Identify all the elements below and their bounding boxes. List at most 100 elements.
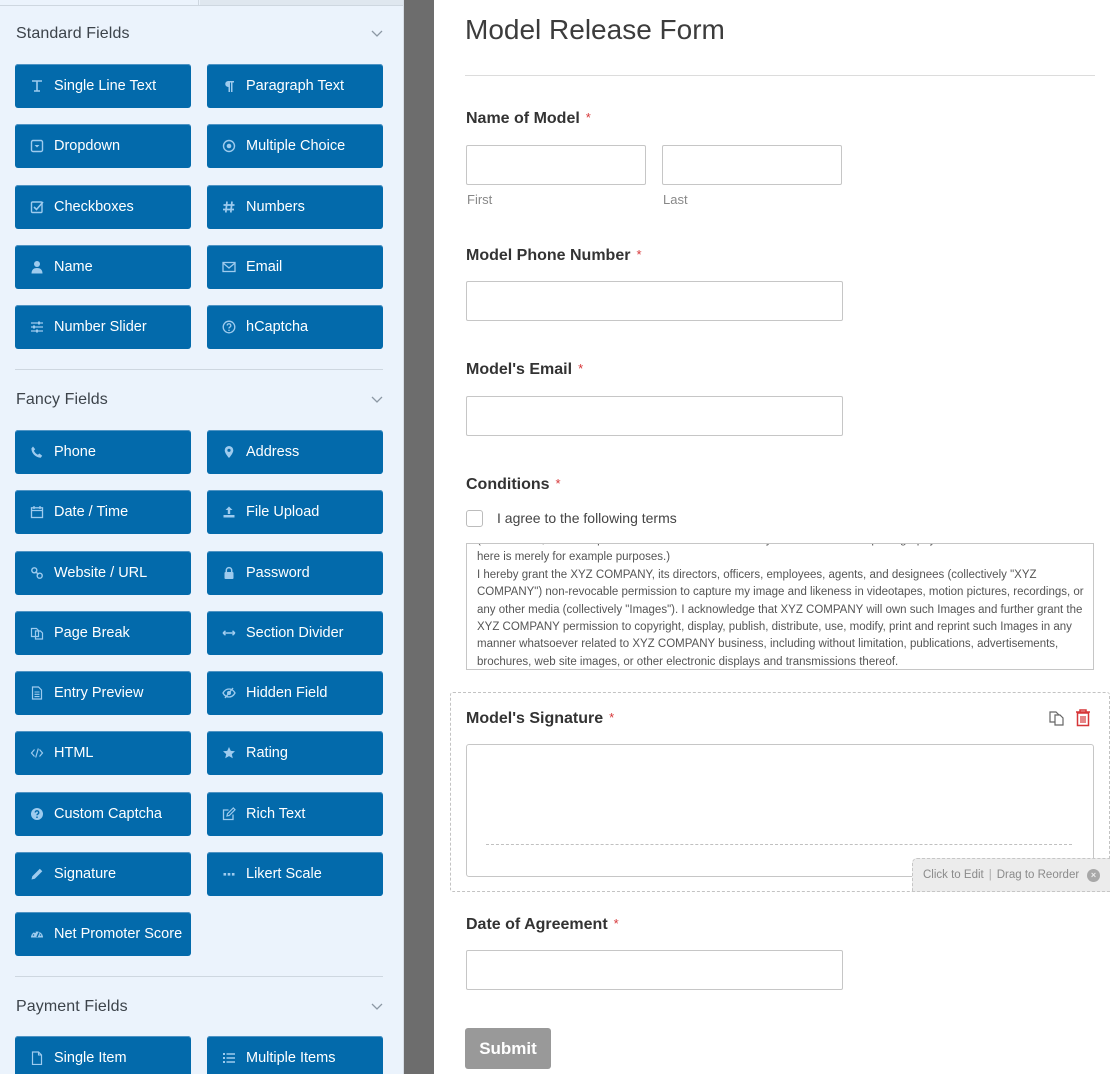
- dropdown-icon: [29, 138, 45, 154]
- add-field-name-button[interactable]: Name: [15, 244, 191, 289]
- chevron-down-icon[interactable]: [370, 1000, 384, 1014]
- add-field-paragraph-text-button[interactable]: Paragraph Text: [207, 64, 383, 108]
- agree-terms-label[interactable]: I agree to the following terms: [497, 510, 677, 526]
- add-field-hidden-field-button[interactable]: Hidden Field: [207, 671, 383, 715]
- phone-input[interactable]: [466, 281, 843, 321]
- add-field-entry-preview-button[interactable]: Entry Preview: [15, 671, 191, 715]
- field-button-label: Password: [246, 564, 310, 581]
- field-button-label: Website / URL: [54, 564, 148, 581]
- file-icon: [29, 1050, 45, 1066]
- chevron-down-icon[interactable]: [370, 27, 384, 41]
- fancy-fields-header[interactable]: Fancy Fields: [16, 388, 384, 412]
- field-button-label: Hidden Field: [246, 685, 328, 701]
- field-button-label: Single Line Text: [54, 78, 157, 94]
- add-field-dropdown-button[interactable]: Dropdown: [15, 124, 191, 169]
- add-field-page-break-button[interactable]: Page Break: [15, 610, 191, 655]
- add-field-multiple-choice-button[interactable]: Multiple Choice: [207, 124, 383, 169]
- envelope-icon: [221, 259, 237, 275]
- field-button-label: Name: [54, 258, 93, 275]
- add-field-address-button[interactable]: Address: [207, 430, 383, 474]
- chevron-down-icon[interactable]: [370, 393, 384, 407]
- ellipsis-icon: [221, 866, 237, 882]
- field-label-phone: Model Phone Number *: [466, 247, 642, 264]
- add-field-website-url-button[interactable]: Website / URL: [15, 550, 191, 595]
- field-button-label: Page Break: [54, 624, 130, 641]
- tab-add-fields[interactable]: [0, 0, 199, 5]
- submit-button[interactable]: Submit: [465, 1028, 551, 1069]
- add-field-hcaptcha-button[interactable]: hCaptcha: [207, 305, 383, 349]
- add-field-number-slider-button[interactable]: Number Slider: [15, 305, 191, 349]
- field-button-label: Numbers: [246, 198, 305, 215]
- add-field-section-divider-button[interactable]: Section Divider: [207, 610, 383, 655]
- terms-text: (Please note, this example form does not…: [477, 544, 1087, 669]
- required-marker: *: [585, 110, 591, 125]
- user-icon: [29, 259, 45, 275]
- add-field-net-promoter-score-button[interactable]: Net Promoter Score: [15, 912, 191, 956]
- radio-icon: [221, 138, 237, 154]
- add-field-single-item-button[interactable]: Single Item: [15, 1036, 191, 1074]
- add-field-single-line-text-button[interactable]: Single Line Text: [15, 64, 191, 108]
- map-marker-icon: [221, 444, 237, 460]
- field-label-signature: Model's Signature *: [466, 710, 615, 727]
- date-input[interactable]: [466, 950, 843, 990]
- signature-line: [486, 844, 1072, 845]
- list-icon: [221, 1050, 237, 1066]
- hint-separator: |: [988, 869, 992, 881]
- add-field-custom-captcha-button[interactable]: Custom Captcha: [15, 791, 191, 836]
- add-field-rating-button[interactable]: Rating: [207, 731, 383, 776]
- hash-icon: [221, 199, 237, 215]
- click-to-edit-text: Click to Edit: [923, 869, 984, 881]
- agree-terms-checkbox[interactable]: [466, 510, 483, 527]
- section-divider: [15, 976, 383, 977]
- file-text-icon: [29, 685, 45, 701]
- email-input[interactable]: [466, 396, 843, 436]
- duplicate-icon[interactable]: [1048, 709, 1066, 727]
- sliders-icon: [29, 319, 45, 335]
- add-field-checkboxes-button[interactable]: Checkboxes: [15, 184, 191, 229]
- add-field-signature-button[interactable]: Signature: [15, 851, 191, 896]
- field-button-label: Date / Time: [54, 504, 129, 521]
- add-field-html-button[interactable]: HTML: [15, 731, 191, 776]
- field-button-label: hCaptcha: [246, 319, 309, 335]
- field-button-label: HTML: [54, 745, 94, 762]
- add-field-date-time-button[interactable]: Date / Time: [15, 490, 191, 535]
- field-button-label: Likert Scale: [246, 865, 322, 882]
- required-marker: *: [613, 916, 619, 931]
- field-button-label: Multiple Items: [246, 1050, 336, 1066]
- trash-icon[interactable]: [1074, 708, 1092, 727]
- terms-paragraph: here is merely for example purposes.): [477, 551, 671, 564]
- add-field-rich-text-button[interactable]: Rich Text: [207, 791, 383, 836]
- eye-slash-icon: [221, 685, 237, 701]
- tab-field-options[interactable]: [200, 0, 403, 5]
- field-button-label: File Upload: [246, 504, 320, 521]
- add-field-likert-scale-button[interactable]: Likert Scale: [207, 851, 383, 896]
- first-name-input[interactable]: [466, 145, 646, 185]
- required-marker: *: [636, 247, 642, 262]
- question-circle-icon: [221, 319, 237, 335]
- field-button-label: Section Divider: [246, 624, 344, 641]
- add-field-password-button[interactable]: Password: [207, 550, 383, 595]
- field-button-label: Paragraph Text: [246, 78, 345, 94]
- last-name-sublabel: Last: [663, 192, 688, 207]
- field-button-label: Checkboxes: [54, 198, 134, 215]
- add-field-numbers-button[interactable]: Numbers: [207, 184, 383, 229]
- standard-fields-header[interactable]: Standard Fields: [16, 22, 384, 46]
- add-field-phone-button[interactable]: Phone: [15, 430, 191, 474]
- phone-icon: [29, 444, 45, 460]
- last-name-input[interactable]: [662, 145, 842, 185]
- add-field-file-upload-button[interactable]: File Upload: [207, 490, 383, 535]
- field-button-label: Entry Preview: [54, 685, 144, 701]
- field-label-conditions: Conditions *: [466, 476, 561, 493]
- add-field-multiple-items-button[interactable]: Multiple Items: [207, 1036, 383, 1074]
- add-field-email-button[interactable]: Email: [207, 244, 383, 289]
- field-button-label: Multiple Choice: [246, 138, 346, 155]
- edit-hint-bar[interactable]: Click to Edit | Drag to Reorder ×: [912, 858, 1110, 892]
- field-button-label: Rating: [246, 745, 288, 762]
- terms-textbox[interactable]: (Please note, this example form does not…: [466, 543, 1094, 670]
- close-hint-icon[interactable]: ×: [1087, 869, 1100, 882]
- payment-fields-header[interactable]: Payment Fields: [16, 995, 384, 1019]
- field-button-label: Signature: [54, 865, 117, 882]
- terms-paragraph: I hereby grant the XYZ COMPANY, its dire…: [477, 568, 1084, 668]
- first-name-sublabel: First: [467, 192, 493, 207]
- panel-divider: [404, 0, 434, 1074]
